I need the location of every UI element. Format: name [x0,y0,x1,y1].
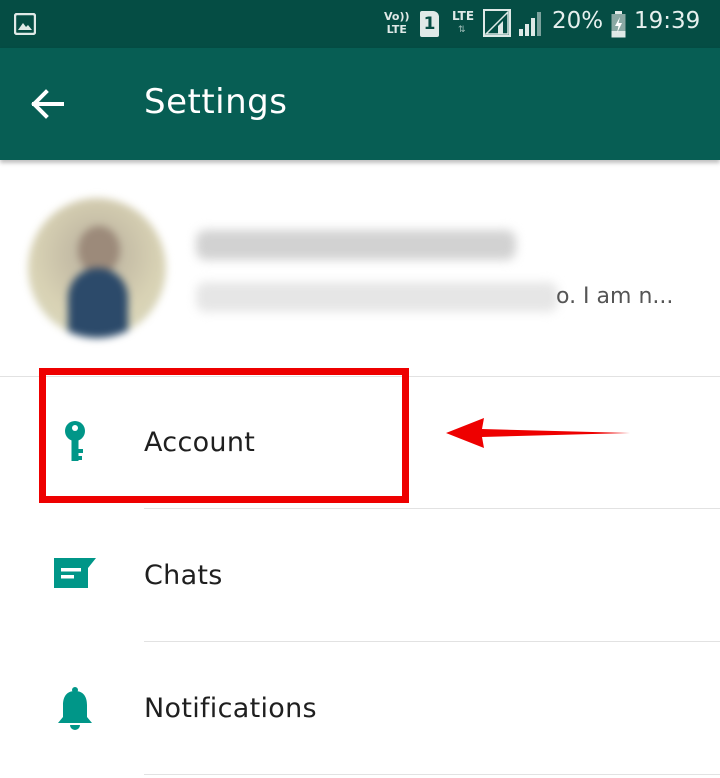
volte-label-bottom: LTE [386,23,407,36]
profile-status-redacted [196,282,558,312]
settings-item-chats[interactable]: Chats [0,510,720,642]
signal-sim1-icon [483,9,511,37]
settings-item-notifications[interactable]: Notifications [0,643,720,775]
settings-item-account[interactable]: Account [0,377,720,509]
item-divider [144,774,720,775]
status-bar: Vo)) LTE 1 LTE ⇅ 20% 19:39 [0,0,720,48]
item-divider [144,508,720,509]
page-title: Settings [144,82,288,122]
sim-slot-badge: 1 [420,11,439,37]
profile-row[interactable]: o. I am n... [0,160,720,376]
battery-percent: 20% [552,8,604,34]
settings-item-label: Account [144,427,256,458]
profile-name-redacted [196,230,516,260]
item-divider [144,641,720,642]
bell-icon [58,687,92,730]
battery-charging-icon [611,11,626,38]
avatar-head-shape [78,226,120,274]
gallery-notification-icon [14,13,36,35]
avatar[interactable] [28,198,166,338]
avatar-body-shape [68,268,128,338]
settings-item-label: Notifications [144,693,317,724]
settings-item-label: Chats [144,560,223,591]
signal-sim2-icon [519,12,541,36]
key-icon [65,421,85,461]
volte-label-top: Vo)) [384,10,410,23]
network-type-label: LTE [452,9,475,23]
profile-status-text: o. I am n... [556,284,674,309]
clock: 19:39 [634,8,701,34]
chat-icon [54,558,96,588]
data-activity-icon: ⇅ [458,25,467,35]
back-arrow-icon[interactable] [30,86,66,122]
app-bar: Settings [0,48,720,160]
volte-indicator: Vo)) LTE [384,10,410,36]
